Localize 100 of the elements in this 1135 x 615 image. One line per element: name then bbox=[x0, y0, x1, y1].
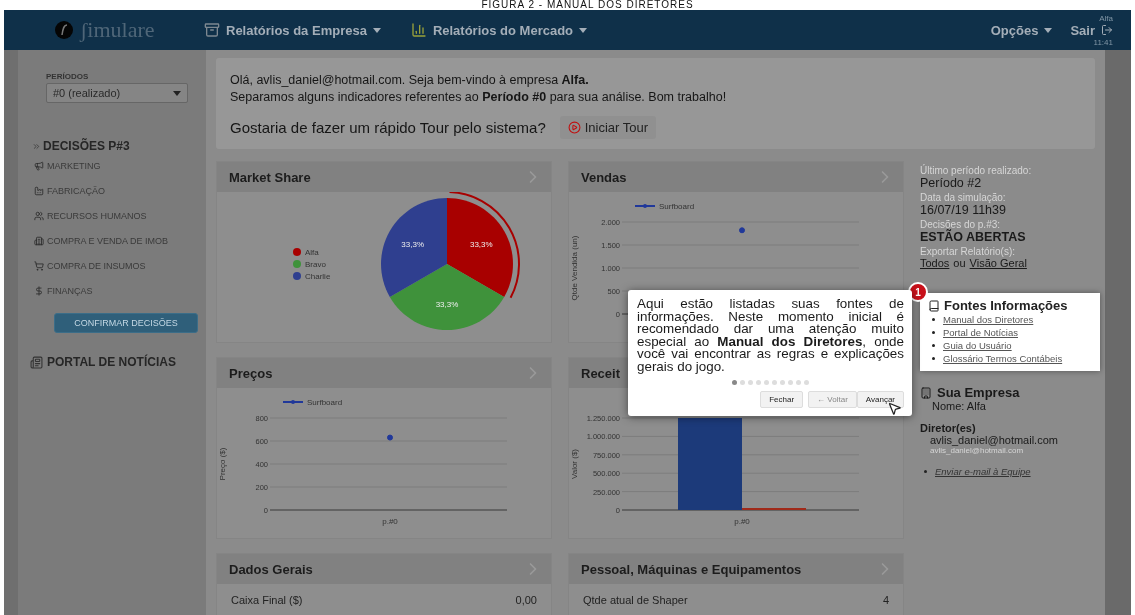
period-select[interactable]: #0 (realizado) bbox=[46, 83, 188, 103]
factory-icon bbox=[34, 185, 44, 196]
panel-title: Receit bbox=[581, 365, 621, 381]
panel-title: Dados Gerais bbox=[229, 561, 313, 577]
play-icon bbox=[567, 121, 581, 134]
welcome-text: Olá, avlis_daniel@hotmail.com. Seja bem-vindo à empresa Alfa. bbox=[230, 72, 590, 89]
row-label: Qtde atual de Shaper bbox=[583, 594, 688, 606]
legend-marker bbox=[634, 204, 656, 208]
data-point bbox=[739, 227, 745, 234]
sidebar-item[interactable]: RECURSOS HUMANOS bbox=[34, 203, 206, 228]
legend-label: Surfboard bbox=[307, 398, 343, 407]
panel-title: Vendas bbox=[581, 169, 627, 185]
sidebar-item[interactable]: MARKETING bbox=[34, 153, 206, 178]
director-email: avlis_daniel@hotmail.com bbox=[930, 434, 1059, 446]
logout-icon bbox=[1101, 24, 1113, 36]
info-label: Decisões do p.#3: bbox=[920, 219, 1002, 230]
welcome-text: Separamos alguns indicadores referentes ao Período #0 para sua análise. Bom trabalho! bbox=[230, 89, 728, 106]
logout-link[interactable]: Sair bbox=[1070, 22, 1113, 38]
decisions-heading: DECISÕES P#3 bbox=[43, 139, 130, 153]
source-link[interactable]: Guia do Usuário bbox=[943, 340, 1012, 351]
directors-label: Diretor(es) bbox=[920, 422, 977, 434]
popover-button[interactable]: Fechar bbox=[760, 391, 804, 408]
nav-menu[interactable]: Relatórios do Mercado bbox=[410, 22, 588, 38]
step-dot[interactable] bbox=[796, 380, 801, 385]
options-menu[interactable]: Opções bbox=[990, 22, 1053, 38]
dollar-icon bbox=[34, 285, 44, 296]
book-icon bbox=[928, 299, 940, 312]
popover-button[interactable]: Avançar bbox=[856, 391, 904, 408]
caret-icon bbox=[173, 90, 181, 96]
legend-marker bbox=[293, 248, 301, 256]
category-label: p.#0 bbox=[734, 517, 750, 526]
axis-label: Preço ($) bbox=[218, 447, 227, 481]
info-label: Último período realizado: bbox=[920, 165, 1033, 176]
caret-icon bbox=[1044, 27, 1053, 33]
sidebar-item[interactable]: FINANÇAS bbox=[34, 278, 206, 303]
slice-label: 33,3% bbox=[435, 299, 459, 309]
users-icon bbox=[34, 210, 44, 221]
legend-marker bbox=[282, 400, 304, 404]
chevrons-icon bbox=[32, 141, 41, 151]
periods-label: PERÍODOS bbox=[46, 72, 90, 81]
joiner-text: ou bbox=[953, 257, 966, 269]
megaphone-icon bbox=[34, 160, 44, 171]
step-dot[interactable] bbox=[732, 380, 737, 385]
axis-label: Valor ($) bbox=[570, 448, 579, 480]
step-dot[interactable] bbox=[748, 380, 753, 385]
caret-icon bbox=[372, 27, 381, 33]
building-icon bbox=[34, 235, 44, 246]
data-point bbox=[387, 434, 393, 441]
figure-caption: FIGURA 2 - MANUAL DOS DIRETORES bbox=[480, 0, 695, 10]
cabinet-icon bbox=[204, 22, 220, 38]
source-link[interactable]: Portal de Notícias bbox=[943, 327, 1018, 338]
popover-text: Aqui estão listadas suas fontes de informações. Neste momento inicial é recomendado dar uma atenção muito especial ao Manual dos Diretores, onde você vai encontrar as regras e explicações gerais do jogo. bbox=[637, 298, 904, 373]
cart-icon bbox=[34, 260, 44, 271]
bar-chart-icon bbox=[410, 22, 427, 38]
start-tour-button[interactable]: Iniciar Tour bbox=[559, 116, 657, 139]
export-link[interactable]: Visão Geral bbox=[969, 257, 1027, 269]
slice-label: 33,3% bbox=[469, 240, 493, 250]
info-label: Exportar Relatório(s): bbox=[920, 246, 1017, 257]
step-dot[interactable] bbox=[772, 380, 777, 385]
caret-icon bbox=[579, 27, 588, 33]
director-subtext: avlis_daniel@hotmail.com bbox=[930, 446, 1025, 455]
info-value: 16/07/19 11h39 bbox=[920, 203, 1007, 217]
step-dot[interactable] bbox=[804, 380, 809, 385]
company-name: Nome: Alfa bbox=[932, 400, 987, 412]
nav-menu[interactable]: Relatórios da Empresa bbox=[204, 22, 381, 38]
legend-marker bbox=[293, 260, 301, 268]
confirm-button[interactable]: CONFIRMAR DECISÕES bbox=[54, 313, 198, 333]
category-label: p.#0 bbox=[382, 517, 398, 526]
step-dot[interactable] bbox=[764, 380, 769, 385]
source-link[interactable]: Glossário Termos Contábeis bbox=[943, 353, 1063, 364]
source-link[interactable]: Manual dos Diretores bbox=[943, 314, 1034, 325]
legend-label: Bravo bbox=[305, 260, 326, 269]
panel-title: Pessoal, Máquinas e Equipamentos bbox=[581, 561, 802, 577]
clock-time: 11:41 bbox=[1093, 37, 1113, 47]
step-dot[interactable] bbox=[756, 380, 761, 385]
logo-icon bbox=[54, 20, 74, 40]
user-name: Alfa bbox=[1099, 13, 1113, 23]
legend-marker bbox=[293, 272, 301, 280]
panel-title: Preços bbox=[229, 365, 273, 381]
row-value: 4 bbox=[882, 594, 889, 606]
email-team-link[interactable]: Enviar e-mail à Equipe bbox=[935, 466, 1031, 477]
building-icon bbox=[920, 386, 932, 399]
panel-title: Market Share bbox=[229, 169, 311, 185]
sources-title: Fontes Informações bbox=[944, 298, 1068, 313]
tour-question: Gostaria de fazer um rápido Tour pelo sistema? bbox=[230, 119, 546, 136]
row-value: 0,00 bbox=[515, 594, 537, 606]
news-portal-link[interactable]: PORTAL DE NOTÍCIAS bbox=[30, 355, 206, 369]
sidebar-item[interactable]: COMPRA DE INSUMOS bbox=[34, 253, 206, 278]
axis-label: Qtde Vendida (un) bbox=[570, 235, 579, 301]
legend-label: Alfa bbox=[305, 248, 319, 257]
step-dot[interactable] bbox=[788, 380, 793, 385]
logo-text: ʃimulare bbox=[80, 17, 155, 43]
export-link[interactable]: Todos bbox=[920, 257, 950, 269]
step-dot[interactable] bbox=[780, 380, 785, 385]
info-value: ESTÃO ABERTAS bbox=[920, 230, 1027, 244]
row-label: Caixa Final ($) bbox=[231, 594, 303, 606]
sidebar-item[interactable]: FABRICAÇÃO bbox=[34, 178, 206, 203]
newspaper-icon bbox=[30, 355, 43, 369]
legend-label: Surfboard bbox=[659, 202, 695, 211]
step-dot[interactable] bbox=[740, 380, 745, 385]
